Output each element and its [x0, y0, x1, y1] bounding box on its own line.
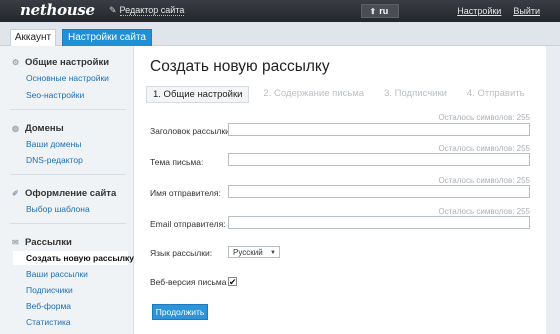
sidebar-section-title: Оформление сайта: [25, 188, 117, 199]
sender-name-label: Имя отправителя:: [150, 188, 221, 198]
wizard-steps: 1. Общие настройки 2. Содержание письма …: [146, 86, 539, 103]
settings-link[interactable]: Настройки: [457, 6, 501, 16]
sidebar-section-title: Общие настройки: [25, 57, 110, 68]
arrow-up-icon: ⬆: [369, 6, 377, 16]
language-code: ru: [379, 6, 389, 16]
logout-link[interactable]: Выйти: [513, 6, 540, 16]
mailing-title-input[interactable]: [228, 123, 530, 136]
mailing-title-label: Заголовок рассылки:: [150, 126, 233, 136]
main-content: Создать новую рассылку 1. Общие настройк…: [134, 46, 546, 334]
pencil-icon: ✎: [109, 5, 117, 15]
caret-down-icon: ▼: [270, 250, 276, 256]
sidebar-item-seo[interactable]: Seo-настройки: [26, 90, 84, 100]
globe-icon: ◍: [12, 123, 19, 133]
sidebar-item-choose-template[interactable]: Выбор шаблона: [26, 204, 90, 214]
step-send[interactable]: 4. Отправить: [461, 86, 531, 103]
sidebar-section-title: Домены: [25, 123, 64, 134]
step-general-settings[interactable]: 1. Общие настройки: [146, 86, 250, 103]
sidebar-section-mailings: ✉ Рассылки: [12, 237, 72, 248]
tab-account[interactable]: Аккаунт: [10, 29, 56, 46]
sidebar-item-statistics[interactable]: Статистика: [26, 317, 71, 327]
subject-label: Тема письма:: [150, 157, 204, 167]
tab-site-settings[interactable]: Настройки сайта: [62, 29, 152, 46]
language-select[interactable]: Русский ▼: [228, 246, 280, 258]
sidebar-item-subscribers[interactable]: Подписчики: [26, 285, 73, 295]
step-letter-content[interactable]: 2. Содержание письма: [257, 86, 370, 103]
sidebar-item-your-mailings[interactable]: Ваши рассылки: [26, 269, 88, 279]
sender-name-input[interactable]: [228, 185, 530, 198]
tab-bar: Аккаунт Настройки сайта: [0, 22, 560, 46]
sidebar-section-title: Рассылки: [25, 237, 72, 248]
sidebar-item-main-settings[interactable]: Основные настройки: [26, 73, 109, 83]
site-editor-link[interactable]: ✎ Редактор сайта: [109, 5, 185, 16]
web-version-label: Веб-версия письма: [150, 277, 227, 287]
sidebar-item-web-form[interactable]: Веб-форма: [26, 301, 71, 311]
subject-input[interactable]: [228, 153, 530, 166]
top-bar: nethouse ✎ Редактор сайта ⬆ ru Настройки…: [0, 0, 560, 22]
chars-remaining: Осталось символов: 255: [438, 176, 531, 185]
divider: [10, 223, 126, 224]
chars-remaining: Осталось символов: 255: [438, 144, 531, 153]
continue-button[interactable]: Продолжить: [152, 304, 208, 320]
chars-remaining: Осталось символов: 255: [438, 207, 531, 216]
divider: [10, 174, 126, 175]
mail-icon: ✉: [12, 237, 19, 247]
chars-remaining: Осталось символов: 255: [438, 113, 531, 122]
sidebar-section-general: ⚙ Общие настройки: [12, 57, 109, 68]
divider: [10, 109, 126, 110]
sender-email-label: Email отправителя:: [150, 219, 226, 229]
language-switch[interactable]: ⬆ ru: [360, 4, 400, 18]
language-label: Язык рассылки:: [150, 248, 213, 258]
sidebar-section-domains: ◍ Домены: [12, 123, 64, 134]
sidebar-item-your-domains[interactable]: Ваши домены: [26, 139, 81, 149]
sender-email-input[interactable]: [228, 216, 530, 229]
site-editor-label: Редактор сайта: [119, 5, 185, 16]
web-version-checkbox[interactable]: ✔: [228, 277, 237, 287]
step-subscribers[interactable]: 3. Подписчики: [378, 86, 453, 103]
gear-icon: ⚙: [12, 57, 20, 67]
sidebar: ⚙ Общие настройки Основные настройки Seo…: [0, 46, 134, 334]
logo[interactable]: nethouse: [20, 1, 95, 19]
sidebar-section-design: ✐ Оформление сайта: [12, 188, 116, 199]
right-gutter: [546, 46, 560, 334]
language-select-value: Русский: [233, 248, 263, 257]
page-title: Создать новую рассылку: [150, 58, 330, 75]
brush-icon: ✐: [12, 188, 19, 198]
sidebar-item-create-mailing[interactable]: Создать новую рассылку: [13, 251, 134, 265]
sidebar-item-dns-editor[interactable]: DNS-редактор: [26, 155, 83, 165]
